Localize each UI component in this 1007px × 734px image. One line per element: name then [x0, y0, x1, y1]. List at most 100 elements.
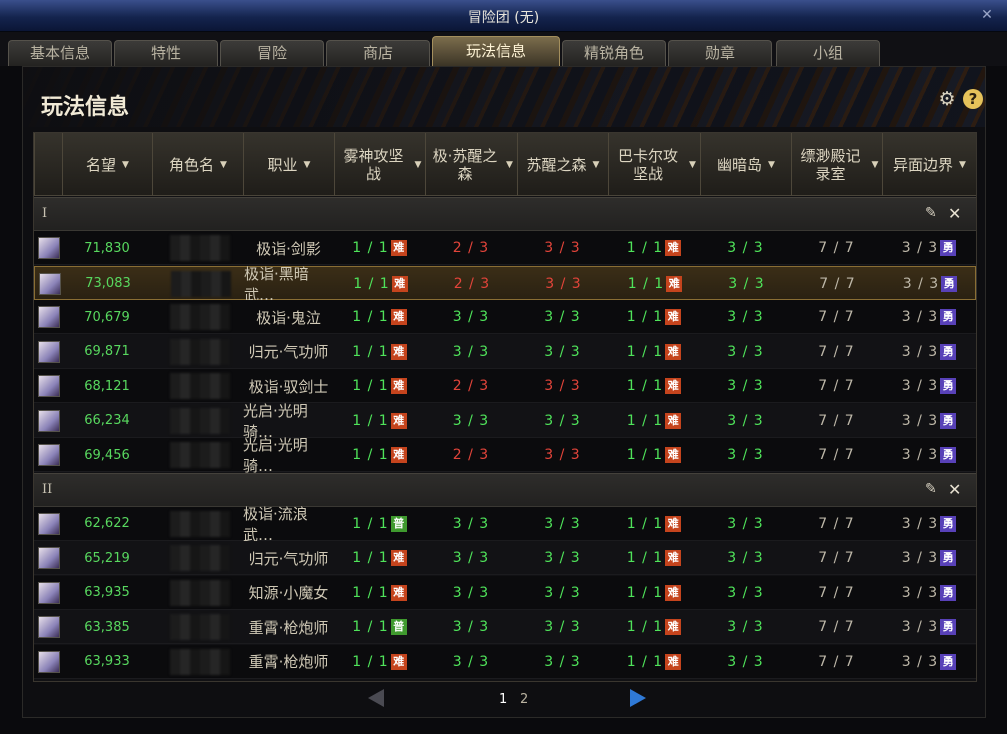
prev-page-icon[interactable] — [368, 689, 384, 707]
clear-count: 3 / 3 — [544, 584, 581, 601]
page-number-other[interactable]: 2 — [520, 692, 528, 707]
column-header-label: 异面边界 — [893, 155, 954, 174]
difficulty-badge-nan: 难 — [665, 240, 682, 256]
tab-3[interactable]: 商店 — [326, 40, 430, 66]
table-row[interactable]: 68,121 极诣·驭剑士 1 / 1难2 / 33 / 31 / 1难3 / 37… — [34, 369, 976, 403]
table-row[interactable]: 69,456 光启·光明骑… 1 / 1难2 / 33 / 31 / 1难3 / 3… — [34, 436, 976, 475]
table-row[interactable]: 63,933 重霄·枪炮师 1 / 1难3 / 33 / 31 / 1难3 / 37… — [34, 644, 976, 679]
clear-count: 70,679 — [84, 309, 130, 325]
tab-7[interactable]: 小组 — [776, 40, 880, 66]
raid-cell: 3 / 3 — [700, 576, 791, 610]
clear-count: 3 / 3 — [544, 378, 581, 394]
clear-count: 知源·小魔女 — [248, 584, 329, 602]
sort-caret-icon[interactable]: ▼ — [959, 156, 966, 174]
raid-cell: 1 / 1难 — [608, 507, 700, 541]
clear-count: 3 / 3 — [727, 343, 764, 360]
raid-cell: 7 / 7 — [791, 300, 882, 334]
raid-cell: 1 / 1难 — [334, 369, 425, 403]
close-icon[interactable]: ✕ — [948, 204, 961, 223]
raid-cell: 3 / 3 — [700, 335, 791, 369]
group-header: I ✎ ✕ — [34, 197, 976, 231]
raid-cell: 3 / 3勇 — [882, 404, 976, 438]
clear-count: 3 / 3 — [727, 412, 764, 429]
clear-count: 3 / 3 — [544, 240, 581, 256]
clear-count: 1 / 1 — [626, 240, 664, 256]
page-number-current[interactable]: 1 — [499, 692, 507, 707]
column-header-1[interactable]: 名望 ▼ — [62, 133, 152, 196]
sort-caret-icon[interactable]: ▼ — [506, 156, 513, 174]
close-icon[interactable]: ✕ — [948, 480, 961, 499]
main-panel: 玩法信息 ⚙ ? 名望 ▼ 角色名 ▼ 职业 ▼ 雾神攻坚战 ▼ 极·苏醒之森 ▼ 苏醒之森 ▼ 巴卡尔… — [22, 66, 986, 718]
character-name-redacted — [170, 648, 230, 675]
column-header-10[interactable]: 异面边界 ▼ — [882, 133, 976, 196]
sort-caret-icon[interactable]: ▼ — [220, 156, 227, 174]
group-header: II ✎ ✕ — [34, 472, 976, 507]
difficulty-badge-nan: 难 — [665, 550, 682, 566]
clear-count: 3 / 3 — [901, 653, 939, 670]
clear-count: 3 / 3 — [452, 653, 490, 670]
edit-icon[interactable]: ✎ — [925, 481, 937, 497]
column-header-3[interactable]: 职业 ▼ — [243, 133, 334, 196]
sort-caret-icon[interactable]: ▼ — [593, 156, 600, 174]
sort-caret-icon[interactable]: ▼ — [689, 156, 696, 174]
clear-count: 归元·气功师 — [248, 549, 329, 568]
tab-1[interactable]: 特性 — [114, 40, 218, 66]
group-name: I — [42, 206, 48, 221]
raid-cell: 3 / 3 — [700, 300, 791, 334]
sort-caret-icon[interactable]: ▼ — [415, 156, 422, 174]
sort-caret-icon[interactable]: ▼ — [304, 156, 311, 174]
raid-cell: 3 / 3勇 — [882, 541, 976, 575]
character-name-redacted — [170, 545, 230, 571]
clear-count: 1 / 1 — [352, 343, 389, 360]
next-page-icon[interactable] — [630, 689, 646, 707]
close-icon[interactable]: ✕ — [977, 5, 997, 25]
difficulty-badge-nan: 难 — [665, 412, 682, 429]
character-avatar — [38, 512, 60, 535]
clear-count: 1 / 1 — [352, 584, 389, 601]
table-row[interactable]: 70,679 极诣·鬼泣 1 / 1难3 / 33 / 31 / 1难3 / 37 … — [34, 300, 976, 334]
clear-count: 1 / 1 — [352, 550, 389, 566]
table-row[interactable]: 73,083 极诣·黑暗武… 1 / 1难2 / 33 / 31 / 1难3 / 3… — [34, 265, 976, 304]
column-header-7[interactable]: 巴卡尔攻坚战 ▼ — [608, 133, 700, 196]
clear-count: 1 / 1 — [627, 275, 665, 292]
help-icon[interactable]: ? — [963, 89, 983, 109]
table-row[interactable]: 63,385 重霄·枪炮师 1 / 1普3 / 33 / 31 / 1难3 / 37… — [34, 610, 976, 644]
sort-caret-icon[interactable]: ▼ — [768, 156, 775, 174]
tab-0[interactable]: 基本信息 — [8, 40, 112, 66]
column-header-2[interactable]: 角色名 ▼ — [152, 133, 243, 196]
column-header-4[interactable]: 雾神攻坚战 ▼ — [334, 133, 425, 196]
sort-caret-icon[interactable]: ▼ — [122, 156, 129, 174]
tab-2[interactable]: 冒险 — [220, 40, 324, 66]
clear-count: 7 / 7 — [818, 584, 855, 601]
window-titlebar: 冒险团 (无) ✕ — [0, 0, 1007, 32]
job-cell: 极诣·剑影 — [243, 231, 334, 265]
job-cell: 归元·气功师 — [243, 335, 334, 369]
difficulty-badge-yong: 勇 — [940, 653, 957, 670]
fame-cell: 63,935 — [62, 576, 152, 610]
clear-count: 3 / 3 — [727, 550, 764, 566]
table-row[interactable]: 66,234 光启·光明骑… 1 / 1难3 / 33 / 31 / 1难3 / 3… — [34, 402, 976, 441]
sort-caret-icon[interactable]: ▼ — [872, 156, 879, 174]
table-row[interactable]: 63,935 知源·小魔女 1 / 1难3 / 33 / 31 / 1难3 / 37… — [34, 575, 976, 610]
table-row[interactable]: 65,219 归元·气功师 1 / 1难3 / 33 / 31 / 1难3 / 37… — [34, 541, 976, 575]
table-row[interactable]: 71,830 极诣·剑影 1 / 1难2 / 33 / 31 / 1难3 / 37 … — [34, 231, 976, 265]
gear-icon[interactable]: ⚙ — [937, 89, 957, 109]
column-header-8[interactable]: 幽暗岛 ▼ — [700, 133, 791, 196]
tab-4[interactable]: 玩法信息 — [432, 36, 560, 66]
column-header-9[interactable]: 缥渺殿记录室 ▼ — [791, 133, 882, 196]
activity-table: 名望 ▼ 角色名 ▼ 职业 ▼ 雾神攻坚战 ▼ 极·苏醒之森 ▼ 苏醒之森 ▼ 巴卡尔攻坚战 ▼ 幽暗岛 ▼ 缥… — [33, 132, 977, 682]
edit-icon[interactable]: ✎ — [925, 205, 937, 221]
column-header-6[interactable]: 苏醒之森 ▼ — [517, 133, 608, 196]
tab-6[interactable]: 勋章 — [668, 40, 772, 66]
table-row[interactable]: 69,871 归元·气功师 1 / 1难3 / 33 / 31 / 1难3 / 37… — [34, 334, 976, 369]
clear-count: 1 / 1 — [626, 653, 664, 670]
tab-5[interactable]: 精锐角色 — [562, 40, 666, 66]
column-header-label: 雾神攻坚战 — [343, 146, 404, 183]
character-name-redacted — [170, 442, 230, 468]
clear-count: 7 / 7 — [818, 240, 855, 256]
character-avatar — [38, 340, 60, 363]
table-row[interactable]: 62,622 极诣·流浪武… 1 / 1普3 / 33 / 31 / 1难3 / 3… — [34, 505, 976, 544]
clear-count: 73,083 — [85, 276, 131, 291]
raid-cell: 3 / 3 — [517, 576, 608, 610]
column-header-5[interactable]: 极·苏醒之森 ▼ — [425, 133, 517, 196]
